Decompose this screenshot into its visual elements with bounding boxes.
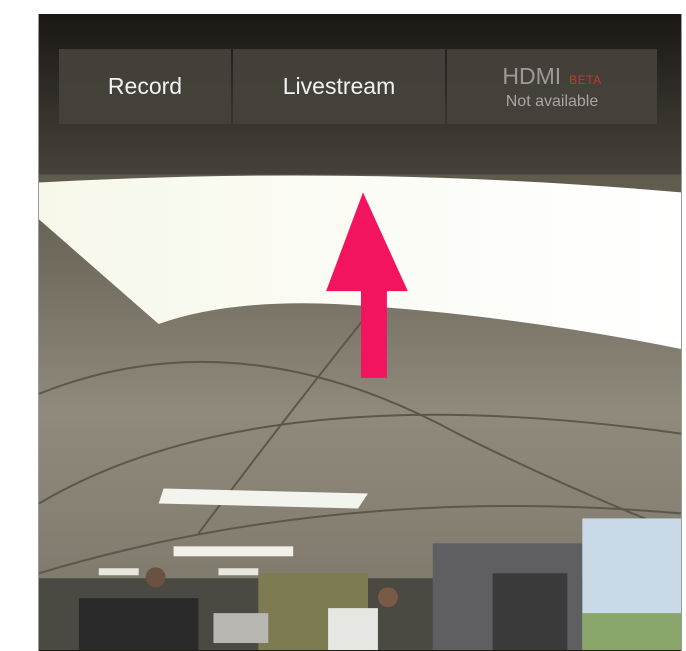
capture-mode-bar: Record Livestream HDMI BETA Not availabl…	[59, 49, 657, 124]
camera-preview: Record Livestream HDMI BETA Not availabl…	[38, 14, 682, 651]
livestream-tab-label: Livestream	[282, 73, 396, 99]
hdmi-status: Not available	[505, 92, 599, 110]
hdmi-tab-label: HDMI	[502, 62, 562, 89]
record-tab[interactable]: Record	[59, 49, 231, 124]
hdmi-tab: HDMI BETA Not available	[447, 49, 657, 124]
beta-badge: BETA	[569, 72, 602, 87]
livestream-tab[interactable]: Livestream	[233, 49, 445, 124]
record-tab-label: Record	[107, 73, 183, 99]
